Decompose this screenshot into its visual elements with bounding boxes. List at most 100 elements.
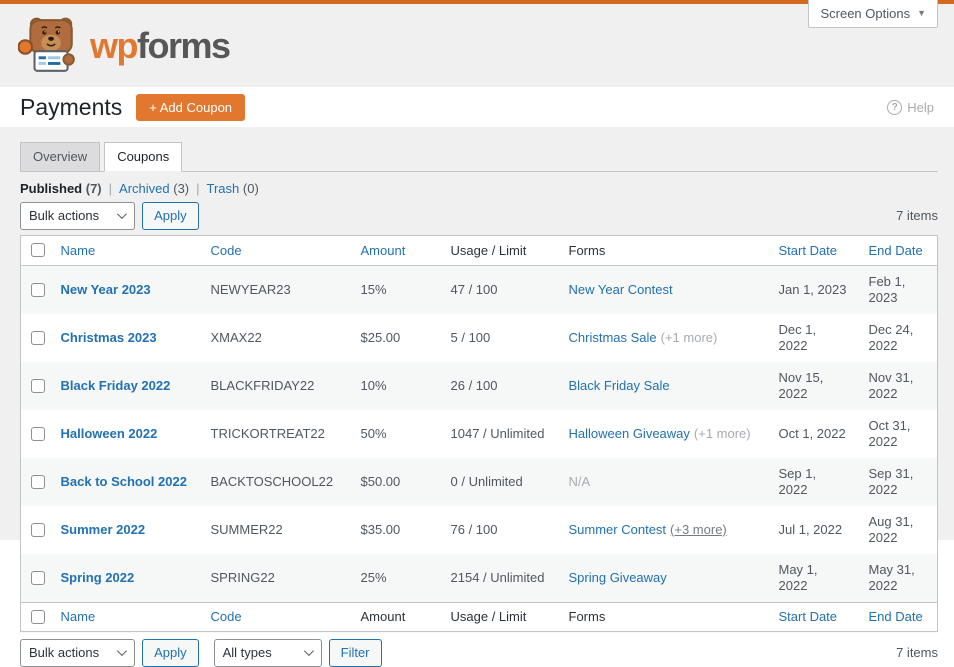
filter-trash-link[interactable]: Trash (0) — [207, 181, 259, 196]
archived-count: (3) — [173, 180, 190, 196]
coupon-usage: 26 / 100 — [450, 377, 498, 393]
coupon-usage: 1047 / Unlimited — [450, 425, 545, 441]
coupon-amount: $35.00 — [360, 521, 401, 537]
table-row: Summer 2022 SUMMER22 $35.00 76 / 100 Sum… — [21, 506, 938, 554]
row-checkbox[interactable] — [31, 474, 45, 489]
bulk-actions-select[interactable]: Bulk actions — [20, 201, 136, 230]
items-count: 7 items — [896, 208, 938, 224]
sort-code-header[interactable]: Code — [211, 609, 242, 624]
filter-archived-link[interactable]: Archived (3) — [119, 181, 189, 196]
chevron-down-icon: ▼ — [917, 8, 926, 18]
coupon-name-link[interactable]: Christmas 2023 — [61, 330, 157, 345]
coupons-table: Name Code Amount Usage / Limit Forms Sta… — [20, 234, 938, 632]
coupon-amount: 25% — [360, 569, 387, 585]
coupon-usage: 5 / 100 — [450, 329, 491, 345]
row-checkbox[interactable] — [31, 570, 45, 585]
wpforms-wordmark: wpforms — [90, 24, 231, 66]
start-date: Dec 1, 2022 — [778, 321, 817, 353]
row-checkbox[interactable] — [31, 378, 45, 393]
coupon-name-link[interactable]: Summer 2022 — [61, 522, 146, 537]
filter-button[interactable]: Filter — [328, 638, 382, 667]
form-link[interactable]: Christmas Sale — [569, 330, 657, 345]
form-link[interactable]: Black Friday Sale — [569, 378, 670, 393]
coupon-amount: 10% — [360, 377, 387, 393]
coupon-amount: 50% — [360, 425, 387, 441]
type-filter-select[interactable]: All types — [213, 638, 322, 667]
amount-header: Amount — [350, 601, 441, 632]
status-filters: Published (7) | Archived (3) | Trash (0) — [20, 181, 938, 196]
end-date: Sep 31, 2022 — [868, 465, 914, 497]
forms-header: Forms — [558, 235, 769, 266]
end-date: Dec 24, 2022 — [868, 321, 914, 353]
start-date: Jul 1, 2022 — [778, 521, 843, 537]
tab-overview[interactable]: Overview — [20, 142, 101, 171]
start-date: Jan 1, 2023 — [778, 281, 847, 297]
top-toolbar: Bulk actions Apply 7 items — [20, 201, 938, 230]
coupon-name-link[interactable]: Back to School 2022 — [61, 474, 187, 489]
wpforms-bear-logo-icon — [18, 17, 80, 75]
coupon-name-link[interactable]: Black Friday 2022 — [61, 378, 171, 393]
row-checkbox[interactable] — [31, 426, 45, 441]
coupon-code: BACKTOSCHOOL22 — [210, 473, 334, 489]
select-all-checkbox[interactable] — [31, 609, 45, 624]
items-count: 7 items — [896, 645, 938, 661]
sort-end-date-header[interactable]: End Date — [869, 243, 923, 258]
form-link[interactable]: Spring Giveaway — [569, 570, 667, 585]
table-row: Spring 2022 SPRING22 25% 2154 / Unlimite… — [20, 553, 938, 603]
filter-separator: | — [108, 180, 113, 196]
content-area: Overview Coupons Published (7) | Archived … — [0, 127, 954, 667]
forms-header: Forms — [558, 601, 769, 632]
coupon-usage: 47 / 100 — [450, 281, 498, 297]
sort-name-header[interactable]: Name — [61, 243, 96, 258]
screen-options-label: Screen Options — [820, 6, 911, 21]
chevron-down-icon — [303, 646, 314, 657]
coupon-code: SPRING22 — [210, 569, 275, 585]
start-date: Nov 15, 2022 — [778, 369, 824, 401]
chevron-down-icon — [117, 646, 127, 657]
no-form-value: N/A — [568, 473, 591, 489]
more-forms-toggle[interactable]: (+3 more) — [670, 522, 727, 537]
page-header: Payments + Add Coupon ? Help — [0, 87, 954, 127]
row-checkbox[interactable] — [31, 282, 45, 297]
help-link[interactable]: ? Help — [887, 99, 934, 115]
bulk-actions-select[interactable]: Bulk actions — [20, 638, 136, 667]
form-link[interactable]: Halloween Giveaway — [569, 426, 690, 441]
apply-button[interactable]: Apply — [142, 201, 199, 230]
help-label: Help — [907, 99, 934, 115]
coupon-amount: 15% — [360, 281, 387, 297]
sort-end-date-header[interactable]: End Date — [869, 609, 923, 624]
end-date: Feb 1, 2023 — [868, 273, 906, 305]
more-forms-note: (+1 more) — [693, 425, 751, 441]
coupon-code: NEWYEAR23 — [210, 281, 291, 297]
coupon-name-link[interactable]: Halloween 2022 — [61, 426, 158, 441]
coupon-name-link[interactable]: New Year 2023 — [61, 282, 151, 297]
sort-start-date-header[interactable]: Start Date — [779, 243, 838, 258]
end-date: Nov 31, 2022 — [868, 369, 914, 401]
form-link[interactable]: Summer Contest — [569, 522, 667, 537]
table-row: Halloween 2022 TRICKORTREAT22 50% 1047 /… — [21, 410, 938, 458]
page-title: Payments — [20, 93, 123, 120]
coupon-name-link[interactable]: Spring 2022 — [61, 570, 135, 585]
table-header: Name Code Amount Usage / Limit Forms Sta… — [20, 235, 938, 266]
published-count: (7) — [85, 180, 102, 196]
form-link[interactable]: New Year Contest — [569, 282, 673, 297]
table-footer: Name Code Amount Usage / Limit Forms Sta… — [20, 601, 938, 632]
row-checkbox[interactable] — [31, 522, 45, 537]
row-checkbox[interactable] — [31, 330, 45, 345]
coupon-usage: 76 / 100 — [450, 521, 498, 537]
apply-button[interactable]: Apply — [142, 638, 199, 667]
coupon-code: BLACKFRIDAY22 — [210, 377, 315, 393]
sort-amount-header[interactable]: Amount — [361, 243, 406, 258]
end-date: May 31, 2022 — [868, 561, 915, 593]
sort-name-header[interactable]: Name — [61, 609, 96, 624]
coupon-amount: $50.00 — [360, 473, 401, 489]
trash-count: (0) — [242, 180, 259, 196]
coupon-code: TRICKORTREAT22 — [210, 425, 325, 441]
select-all-checkbox[interactable] — [31, 243, 45, 258]
sort-code-header[interactable]: Code — [211, 243, 242, 258]
screen-options-button[interactable]: Screen Options ▼ — [808, 0, 938, 28]
filter-published-link[interactable]: Published (7) — [20, 181, 102, 196]
tab-coupons[interactable]: Coupons — [104, 142, 183, 172]
add-coupon-button[interactable]: + Add Coupon — [136, 93, 246, 121]
sort-start-date-header[interactable]: Start Date — [779, 609, 838, 624]
